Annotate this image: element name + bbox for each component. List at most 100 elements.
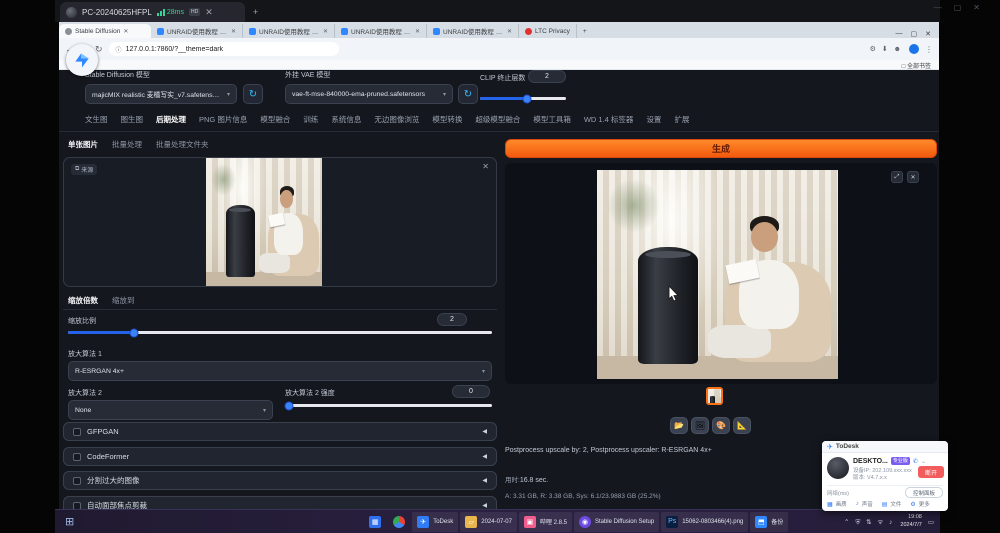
tab-super-merger[interactable]: 超级模型融合 xyxy=(475,114,520,125)
address-bar[interactable]: ⓘ 127.0.0.1:7860/?__theme=dark xyxy=(109,42,339,56)
tab-txt2img[interactable]: 文生图 xyxy=(85,114,108,125)
taskbar-sd-setup[interactable]: ◉Stable Diffusion Setup xyxy=(574,512,659,532)
slider-knob[interactable] xyxy=(129,328,138,337)
clip-skip-value[interactable]: 2 xyxy=(528,70,566,83)
browser-tab[interactable]: UNRAID使用教程 - 哔哩哔... ✕ xyxy=(335,24,427,38)
control-panel-button[interactable]: 控制面板 xyxy=(905,487,943,498)
browser-window-controls[interactable]: — ▢ ✕ xyxy=(888,30,940,38)
tab-png-info[interactable]: PNG 图片信息 xyxy=(199,114,247,125)
tab-img2img[interactable]: 图生图 xyxy=(121,114,144,125)
slider-knob[interactable] xyxy=(523,94,532,103)
taskbar-folder[interactable]: ▱2024-07-07 xyxy=(460,512,517,532)
start-button[interactable]: ⊞ xyxy=(55,515,84,528)
accordion-split-oversized[interactable]: 分割过大的图像 ◀ xyxy=(63,471,497,490)
browser-tab[interactable]: UNRAID使用教程 - 哔哩哔... ✕ xyxy=(243,24,335,38)
profile-avatar[interactable] xyxy=(909,44,919,54)
clear-image-icon[interactable]: ✕ xyxy=(482,162,489,171)
refresh-vae-button[interactable]: ↻ xyxy=(458,84,478,104)
tab-train[interactable]: 训练 xyxy=(303,114,318,125)
tab-close-icon[interactable]: ✕ xyxy=(231,28,236,35)
resize-value[interactable]: 2 xyxy=(437,313,467,326)
send-to-extras-button[interactable]: 📐 xyxy=(733,417,751,434)
upscaler2-strength-value[interactable]: 0 xyxy=(452,385,490,398)
taskbar-bilibili[interactable]: ▣哔哩 2.8.5 xyxy=(519,512,572,532)
tab-close-icon[interactable]: ✕ xyxy=(323,28,328,35)
quality-quick-button[interactable]: ▦画质 xyxy=(827,500,847,508)
refresh-sd-model-button[interactable]: ↻ xyxy=(243,84,263,104)
source-image[interactable] xyxy=(206,158,322,286)
clip-skip-slider[interactable] xyxy=(480,97,566,100)
resize-slider[interactable] xyxy=(68,331,492,334)
vae-dropdown[interactable]: vae-ft-mse-840000-ema-pruned.safetensors… xyxy=(285,84,453,104)
open-folder-button[interactable]: 📂 xyxy=(670,417,688,434)
subtab-batch-process[interactable]: 批量处理 xyxy=(112,139,142,150)
tab-close-icon[interactable]: ✕ xyxy=(415,28,420,35)
slider-knob[interactable] xyxy=(285,401,294,410)
browser-tab[interactable]: UNRAID使用教程 - 哔哩哔... ✕ xyxy=(151,24,243,38)
close-preview-icon[interactable]: ✕ xyxy=(907,171,919,183)
call-icon[interactable]: ✆ xyxy=(913,458,918,465)
taskbar-photoshop[interactable]: Ps15062-0803466(4).png xyxy=(661,512,748,532)
subtab-single-image[interactable]: 单张图片 xyxy=(68,139,98,150)
tab-close-icon[interactable]: ✕ xyxy=(507,28,512,35)
browser-new-tab-button[interactable]: + xyxy=(577,24,593,38)
upscaler2-dropdown[interactable]: None▾ xyxy=(68,400,273,420)
tab-extensions[interactable]: 扩展 xyxy=(674,114,689,125)
fullscreen-icon[interactable]: ⤢ xyxy=(891,171,903,183)
tab-scale-to[interactable]: 缩放到 xyxy=(112,295,135,306)
collapse-arrow-icon[interactable]: ◀ xyxy=(482,477,487,484)
collapse-arrow-icon[interactable]: ◀ xyxy=(482,428,487,435)
browser-tab[interactable]: LTC Privacy xyxy=(519,24,577,38)
tab-scale-by[interactable]: 缩放倍数 xyxy=(68,295,98,306)
notification-center-icon[interactable]: ▭ xyxy=(928,518,934,526)
upscaler1-dropdown[interactable]: R-ESRGAN 4x+▾ xyxy=(68,361,492,381)
tab-wd14-tagger[interactable]: WD 1.4 标签器 xyxy=(584,114,634,125)
tab-checkpoint-merger[interactable]: 模型融合 xyxy=(260,114,290,125)
todesk-window-controls[interactable]: —▢✕ xyxy=(934,3,992,12)
browser-tab[interactable]: UNRAID使用教程 - 哔哩哔... ✕ xyxy=(427,24,519,38)
codeformer-checkbox[interactable] xyxy=(73,453,81,461)
all-bookmarks-button[interactable]: □ 全部书签 xyxy=(902,61,931,70)
tab-extras[interactable]: 后期处理 xyxy=(156,114,186,125)
tab-model-converter[interactable]: 模型转换 xyxy=(432,114,462,125)
taskbar-todesk[interactable]: ✈ToDesk xyxy=(412,512,458,532)
tray-chevron-icon[interactable]: ⌃ xyxy=(844,518,849,526)
sd-model-dropdown[interactable]: majicMIX realistic 麦橘写实_v7.safetensors [… xyxy=(85,84,237,104)
result-image[interactable] xyxy=(597,170,838,379)
save-image-button[interactable]: 🖼 xyxy=(691,417,709,434)
taskbar-tiles-app[interactable]: ▦ xyxy=(364,512,386,532)
more-icon[interactable]: ⌄ xyxy=(921,458,926,465)
send-to-img2img-button[interactable]: 🎨 xyxy=(712,417,730,434)
disconnect-button[interactable]: 断开 xyxy=(918,466,944,478)
site-info-icon[interactable]: ⓘ xyxy=(116,45,122,54)
new-session-tab-button[interactable]: + xyxy=(253,2,258,22)
generate-button[interactable]: 生成 xyxy=(505,139,937,158)
taskbar-backup[interactable]: ⬒备份 xyxy=(750,512,788,532)
split-oversized-checkbox[interactable] xyxy=(73,477,81,485)
tab-close-icon[interactable]: ✕ xyxy=(123,28,128,35)
subtab-batch-from-directory[interactable]: 批量处理文件夹 xyxy=(156,139,209,150)
more-quick-button[interactable]: ⚙更多 xyxy=(910,500,929,508)
tab-model-toolkit[interactable]: 模型工具箱 xyxy=(533,114,571,125)
tab-infinite-image-browsing[interactable]: 无边图像浏览 xyxy=(374,114,419,125)
gallery-thumbnail[interactable] xyxy=(706,387,723,405)
gfpgan-checkbox[interactable] xyxy=(73,428,81,436)
extension-icons[interactable]: ⚙ ⬇ ☻ xyxy=(870,45,903,53)
taskbar-clock[interactable]: 19:08 2024/7/7 xyxy=(900,514,921,528)
browser-tab-active[interactable]: Stable Diffusion ✕ xyxy=(59,24,151,38)
upscaler2-strength-slider[interactable] xyxy=(285,404,492,407)
accordion-gfpgan[interactable]: GFPGAN ◀ xyxy=(63,422,497,441)
collapse-arrow-icon[interactable]: ◀ xyxy=(482,453,487,460)
source-chip[interactable]: ⧉ 来源 xyxy=(71,164,97,175)
remote-session-tab[interactable]: PC-20240625HFPL 28ms HD ✕ xyxy=(60,2,245,22)
todesk-panel-header[interactable]: ✈ ToDesk xyxy=(822,441,948,453)
sound-quick-button[interactable]: ♪声音 xyxy=(856,500,873,508)
tab-settings[interactable]: 设置 xyxy=(646,114,661,125)
collapse-arrow-icon[interactable]: ◀ xyxy=(482,502,487,509)
taskbar-chrome[interactable] xyxy=(388,512,410,532)
tab-system-info[interactable]: 系统信息 xyxy=(331,114,361,125)
file-quick-button[interactable]: ▤文件 xyxy=(882,500,902,508)
tray-icons[interactable]: ⛨ ⇅ ᯤ ♪ xyxy=(855,517,894,527)
accordion-codeformer[interactable]: CodeFormer ◀ xyxy=(63,447,497,466)
session-tab-close-icon[interactable]: ✕ xyxy=(205,2,213,22)
